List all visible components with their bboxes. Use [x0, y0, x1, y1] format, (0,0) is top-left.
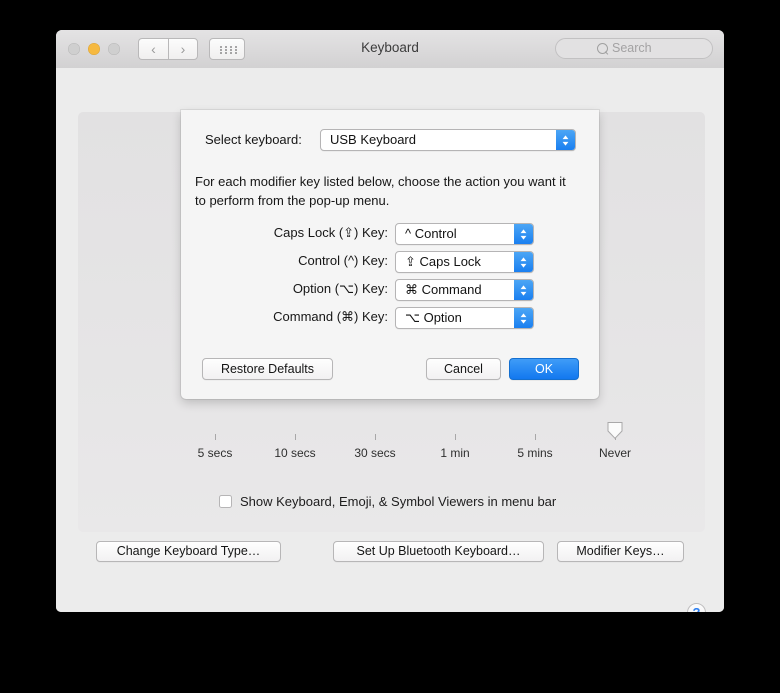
select-keyboard-row: Select keyboard: USB Keyboard — [181, 129, 599, 151]
window-titlebar: ‹ › Keyboard Search — [56, 30, 724, 69]
slider-tick-label: Never — [598, 446, 632, 460]
modifier-row-label: Command (⌘) Key: — [273, 309, 388, 324]
show-viewers-checkbox[interactable] — [219, 495, 232, 508]
slider-tick — [375, 434, 376, 440]
select-keyboard-dropdown[interactable]: USB Keyboard — [320, 129, 576, 151]
slider-tick — [295, 434, 296, 440]
control-action-value: ⇪ Caps Lock — [405, 254, 481, 269]
modifier-row-control: Control (^) Key: ⇪ Caps Lock — [181, 251, 599, 273]
modifier-row-label: Caps Lock (⇪) Key: — [273, 225, 388, 240]
chevron-updown-icon — [514, 224, 533, 244]
slider-tick-label: 1 min — [440, 446, 470, 460]
ok-button[interactable]: OK — [509, 358, 579, 380]
cancel-button[interactable]: Cancel — [426, 358, 501, 380]
slider-ticks — [215, 434, 616, 442]
modifier-row-label: Option (⌥) Key: — [292, 281, 388, 296]
slider-tick-label: 5 secs — [197, 446, 233, 460]
caps-lock-action-dropdown[interactable]: ^ Control — [395, 223, 534, 245]
help-button[interactable]: ? — [687, 603, 706, 612]
search-input[interactable]: Search — [555, 38, 713, 59]
select-keyboard-label: Select keyboard: — [205, 132, 302, 147]
change-keyboard-type-label: Change Keyboard Type… — [116, 544, 261, 558]
restore-defaults-label: Restore Defaults — [220, 362, 315, 376]
slider-tick-label: 5 mins — [517, 446, 553, 460]
sheet-description: For each modifier key listed below, choo… — [195, 174, 566, 208]
show-viewers-label: Show Keyboard, Emoji, & Symbol Viewers i… — [240, 494, 557, 509]
slider-tick — [535, 434, 536, 440]
control-action-dropdown[interactable]: ⇪ Caps Lock — [395, 251, 534, 273]
modifier-row-option: Option (⌥) Key: ⌘ Command — [181, 279, 599, 301]
modifier-row-caps-lock: Caps Lock (⇪) Key: ^ Control — [181, 223, 599, 245]
preferences-content: 5 secs 10 secs 30 secs 1 min 5 mins Never Sho… — [56, 68, 724, 612]
slider-tick-label: 10 secs — [274, 446, 316, 460]
slider-thumb[interactable] — [607, 422, 623, 439]
modifier-keys-label: Modifier Keys… — [576, 544, 665, 558]
option-action-value: ⌘ Command — [405, 282, 482, 297]
restore-defaults-button[interactable]: Restore Defaults — [202, 358, 333, 380]
search-placeholder: Search — [612, 41, 652, 55]
slider-tick — [215, 434, 216, 440]
show-viewers-checkbox-row[interactable]: Show Keyboard, Emoji, & Symbol Viewers i… — [219, 494, 556, 509]
chevron-updown-icon — [514, 252, 533, 272]
command-action-dropdown[interactable]: ⌥ Option — [395, 307, 534, 329]
chevron-updown-icon — [514, 280, 533, 300]
option-action-dropdown[interactable]: ⌘ Command — [395, 279, 534, 301]
slider-tick — [455, 434, 456, 440]
change-keyboard-type-button[interactable]: Change Keyboard Type… — [96, 541, 281, 562]
keyboard-preferences-window: ‹ › Keyboard Search 5 secs 10 secs 30 secs… — [56, 30, 724, 612]
slider-tick-label: 30 secs — [354, 446, 396, 460]
chevron-updown-icon — [556, 130, 575, 150]
caps-lock-action-value: ^ Control — [405, 226, 457, 241]
modifier-row-command: Command (⌘) Key: ⌥ Option — [181, 307, 599, 329]
setup-bluetooth-keyboard-button[interactable]: Set Up Bluetooth Keyboard… — [333, 541, 544, 562]
modifier-keys-button[interactable]: Modifier Keys… — [557, 541, 684, 562]
slider-tick-labels: 5 secs 10 secs 30 secs 1 min 5 mins Never — [198, 446, 631, 462]
select-keyboard-value: USB Keyboard — [330, 132, 416, 147]
modifier-keys-sheet: Select keyboard: USB Keyboard For each m… — [181, 110, 599, 399]
question-mark-icon: ? — [693, 605, 701, 612]
setup-bluetooth-keyboard-label: Set Up Bluetooth Keyboard… — [356, 544, 521, 558]
search-icon — [597, 43, 608, 54]
key-repeat-delay-slider[interactable]: 5 secs 10 secs 30 secs 1 min 5 mins Never — [198, 422, 631, 482]
cancel-label: Cancel — [444, 362, 483, 376]
ok-label: OK — [534, 362, 554, 376]
chevron-updown-icon — [514, 308, 533, 328]
command-action-value: ⌥ Option — [405, 310, 462, 325]
modifier-row-label: Control (^) Key: — [298, 253, 388, 268]
